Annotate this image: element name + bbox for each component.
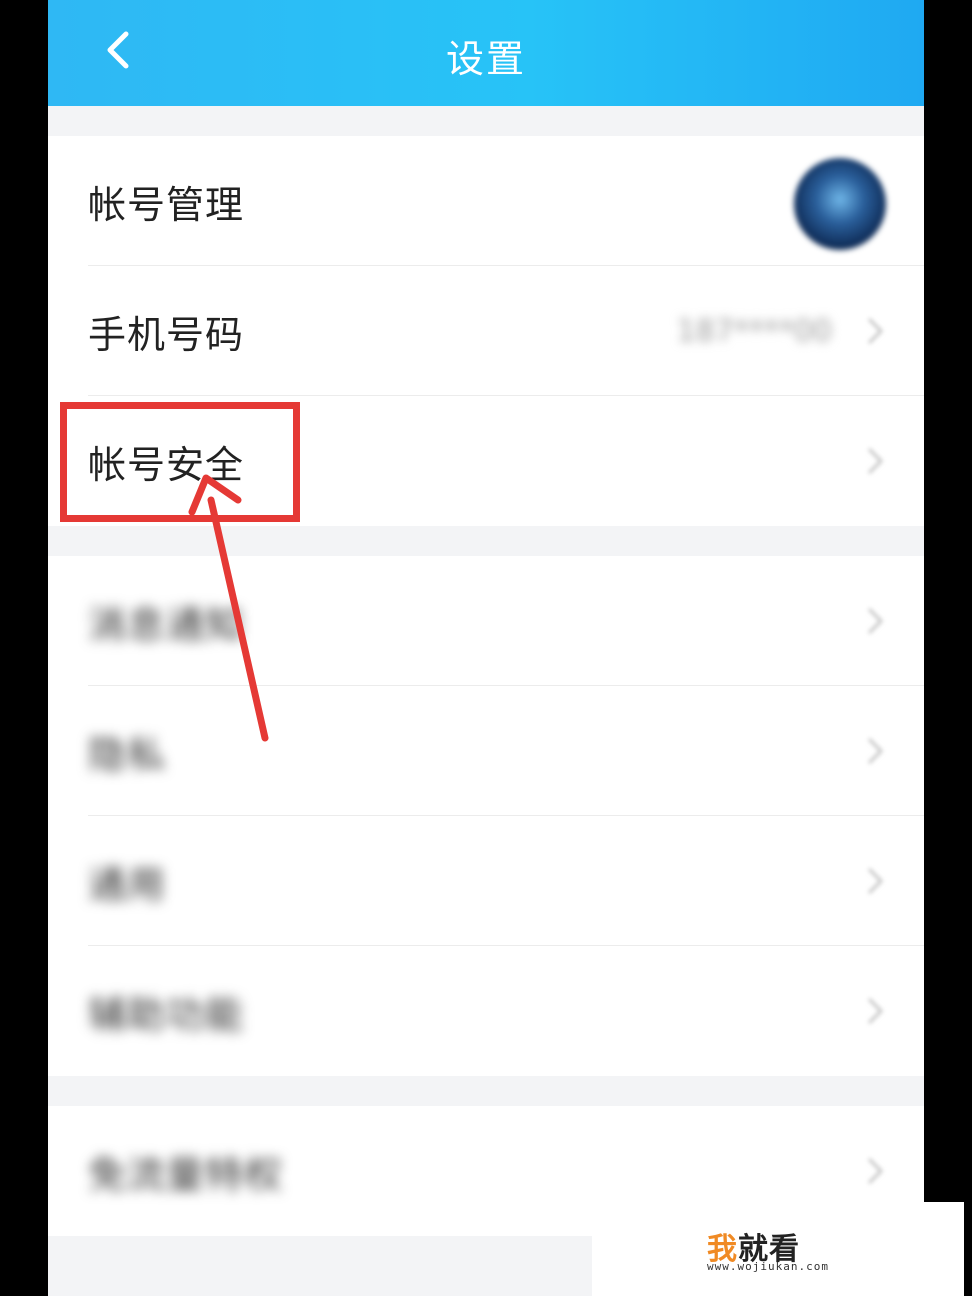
chevron-right-icon bbox=[867, 1157, 884, 1185]
settings-row-label: 免流量特权 bbox=[88, 1152, 284, 1197]
settings-screen: 设置 帐号管理 手机号码 187****00 帐号安全 消息通知 隐私 通用 辅… bbox=[48, 0, 924, 1296]
watermark-url: www.wojiukan.com bbox=[707, 1260, 829, 1273]
phone-number-value: 187****00 bbox=[676, 313, 832, 349]
settings-row-label: 辅助功能 bbox=[88, 992, 245, 1037]
chevron-right-icon bbox=[867, 997, 884, 1025]
settings-group-general: 消息通知 隐私 通用 辅助功能 bbox=[48, 556, 924, 1076]
chevron-right-icon bbox=[867, 737, 884, 765]
page-title: 设置 bbox=[445, 37, 526, 81]
settings-row-label: 帐号管理 bbox=[88, 182, 245, 227]
watermark: 我就看 www.wojiukan.com bbox=[592, 1202, 964, 1296]
settings-row-label: 隐私 bbox=[88, 732, 167, 777]
avatar[interactable] bbox=[794, 158, 886, 250]
settings-row-privacy[interactable]: 隐私 bbox=[48, 686, 924, 816]
chevron-right-icon bbox=[867, 447, 884, 475]
settings-row-label: 手机号码 bbox=[88, 312, 245, 357]
settings-row-notifications[interactable]: 消息通知 bbox=[48, 556, 924, 686]
app-header: 设置 bbox=[48, 0, 924, 106]
settings-row-general[interactable]: 通用 bbox=[48, 816, 924, 946]
settings-row-account-management[interactable]: 帐号管理 bbox=[48, 136, 924, 266]
highlight-box bbox=[60, 402, 300, 522]
settings-row-label: 通用 bbox=[88, 862, 167, 907]
chevron-right-icon bbox=[867, 317, 884, 345]
settings-row-label: 消息通知 bbox=[88, 602, 245, 647]
chevron-right-icon bbox=[867, 607, 884, 635]
chevron-right-icon bbox=[867, 867, 884, 895]
settings-row-phone-number[interactable]: 手机号码 187****00 bbox=[48, 266, 924, 396]
settings-row-accessibility[interactable]: 辅助功能 bbox=[48, 946, 924, 1076]
